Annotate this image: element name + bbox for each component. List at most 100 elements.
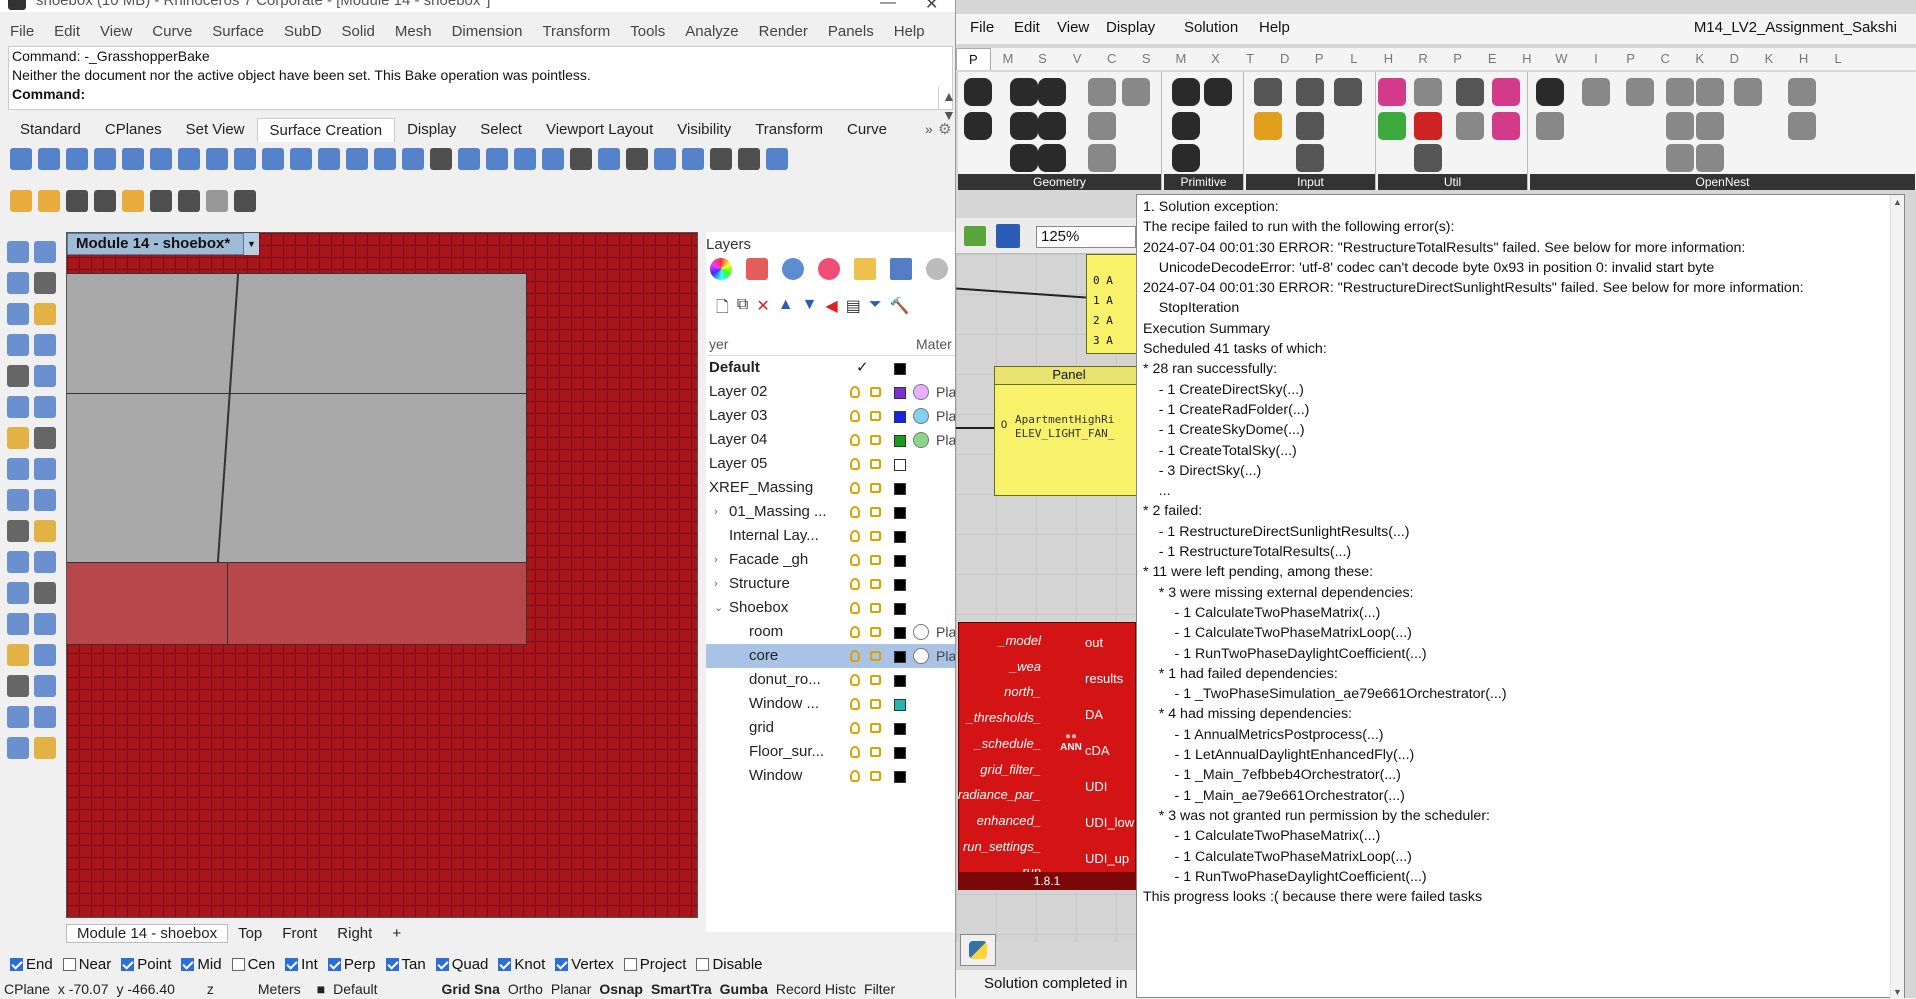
visibility-bulb-icon[interactable] [850,698,860,710]
visibility-bulb-icon[interactable] [850,650,860,662]
component-icon[interactable] [1088,144,1116,172]
tool-icon[interactable] [7,582,29,604]
tooltip-scrollbar[interactable]: ▲ ▼ [1890,195,1904,999]
command-history[interactable]: Command: -_GrasshopperBake Neither the d… [8,46,956,123]
layer-color-swatch[interactable] [894,507,906,519]
tool-icon[interactable] [34,334,56,356]
component-icon[interactable] [1456,78,1484,106]
material-swatch[interactable] [913,408,929,424]
gh-menu-item-edit[interactable]: Edit [1014,19,1040,36]
component-icon[interactable] [1378,112,1406,140]
component-icon[interactable] [1536,112,1564,140]
new-sublayer-icon[interactable]: ⧉ [737,296,748,323]
gh-tab[interactable]: C [1094,48,1129,70]
checkbox[interactable] [435,958,449,971]
layer-color-swatch[interactable] [894,699,906,711]
component-icon[interactable] [1626,78,1654,106]
tool-icon[interactable] [34,489,56,511]
material-swatch[interactable] [913,624,929,640]
layer-row[interactable]: XREF_Massing [706,476,955,500]
component-icon[interactable] [1666,112,1694,140]
component-output[interactable]: UDI_low [1085,815,1134,830]
menu-item-render[interactable]: Render [749,20,818,44]
checkbox[interactable] [498,958,512,971]
component-icon[interactable] [1536,78,1564,106]
gh-tab[interactable]: R [1406,48,1441,70]
component-icon[interactable] [1122,78,1150,106]
add-viewport-tab-button[interactable]: + [382,925,411,942]
status-toggle[interactable]: Ortho [504,981,547,997]
gh-menu-item-file[interactable]: File [970,19,994,36]
layer-row[interactable]: Floor_sur... [706,740,955,764]
osnap-tan[interactable]: Tan [385,956,426,973]
layer-name[interactable]: Internal Lay... [729,524,819,548]
gh-tab[interactable]: S [1129,48,1164,70]
gh-tab[interactable]: T [1233,48,1268,70]
component-input[interactable]: enhanced_ [977,813,1041,828]
tool-icon[interactable] [710,148,732,170]
color-wheel-icon[interactable] [710,258,732,280]
gh-tab[interactable]: I [1579,48,1614,70]
move-up-icon[interactable]: ▲ [778,296,794,323]
tool-icon[interactable] [7,427,29,449]
gh-tab[interactable]: M [1164,48,1199,70]
component-output[interactable]: DA [1085,707,1103,722]
visibility-bulb-icon[interactable] [850,434,860,446]
layer-row[interactable]: Window ... [706,692,955,716]
component-icon[interactable] [1172,112,1200,140]
tool-icon[interactable] [682,148,704,170]
visibility-bulb-icon[interactable] [850,578,860,590]
layer-color-swatch[interactable] [894,603,906,615]
layer-row[interactable]: Layer 02 Pla [706,380,956,404]
layer-row[interactable]: Layer 04 Pla [706,428,956,452]
close-icon[interactable]: ✕ [925,0,938,12]
component-input[interactable]: run_settings_ [963,839,1041,854]
osnap-vertex[interactable]: Vertex [555,956,614,973]
lock-icon[interactable] [870,771,881,781]
layer-name[interactable]: Window [749,764,802,788]
toolbar-tab[interactable]: Viewport Layout [534,118,665,142]
checkbox[interactable] [327,958,341,971]
layer-name[interactable]: Layer 04 [709,428,767,452]
tool-icon[interactable] [34,520,56,542]
tool-icon[interactable] [150,190,172,212]
tool-icon[interactable] [654,148,676,170]
tool-icon[interactable] [38,190,60,212]
shoebox-side-face[interactable] [67,563,527,645]
tool-icon[interactable] [7,365,29,387]
tool-icon[interactable] [10,148,32,170]
menu-item-edit[interactable]: Edit [44,20,90,44]
status-toggle[interactable]: Grid Sna [438,981,504,997]
gh-tab[interactable]: X [1198,48,1233,70]
layer-row[interactable]: Layer 03 Pla [706,404,956,428]
component-icon[interactable] [1254,78,1282,106]
osnap-point[interactable]: Point [121,956,171,973]
tool-icon[interactable] [10,190,32,212]
component-icon[interactable] [1788,112,1816,140]
osnap-knot[interactable]: Knot [498,956,545,973]
tool-icon[interactable] [34,272,56,294]
lock-icon[interactable] [870,483,881,493]
checkbox[interactable] [181,958,195,971]
layer-name[interactable]: grid [749,716,774,740]
menu-item-panels[interactable]: Panels [818,20,884,44]
layer-color-swatch[interactable] [894,483,906,495]
viewport-tab[interactable]: Top [228,925,272,942]
tool-icon[interactable] [7,737,29,759]
toolbar-tab[interactable]: Curve [835,118,899,142]
layer-color-swatch[interactable] [894,531,906,543]
component-icon[interactable] [1254,112,1282,140]
layer-row[interactable]: ⌄ Shoebox [706,596,955,620]
component-output[interactable]: cDA [1085,743,1110,758]
component-icon[interactable] [1666,78,1694,106]
gh-tab[interactable]: P [956,48,991,70]
gh-tab[interactable]: P [1613,48,1648,70]
checkbox[interactable] [555,958,569,971]
gh-tab[interactable]: H [1371,48,1406,70]
delete-layer-icon[interactable]: ✕ [756,296,769,323]
toolbar-tab[interactable]: Display [395,118,468,142]
component-icon[interactable] [1378,78,1406,106]
command-prompt[interactable]: Command: [9,85,952,104]
layer-color-swatch[interactable] [894,555,906,567]
layer-name[interactable]: XREF_Massing [709,476,813,500]
